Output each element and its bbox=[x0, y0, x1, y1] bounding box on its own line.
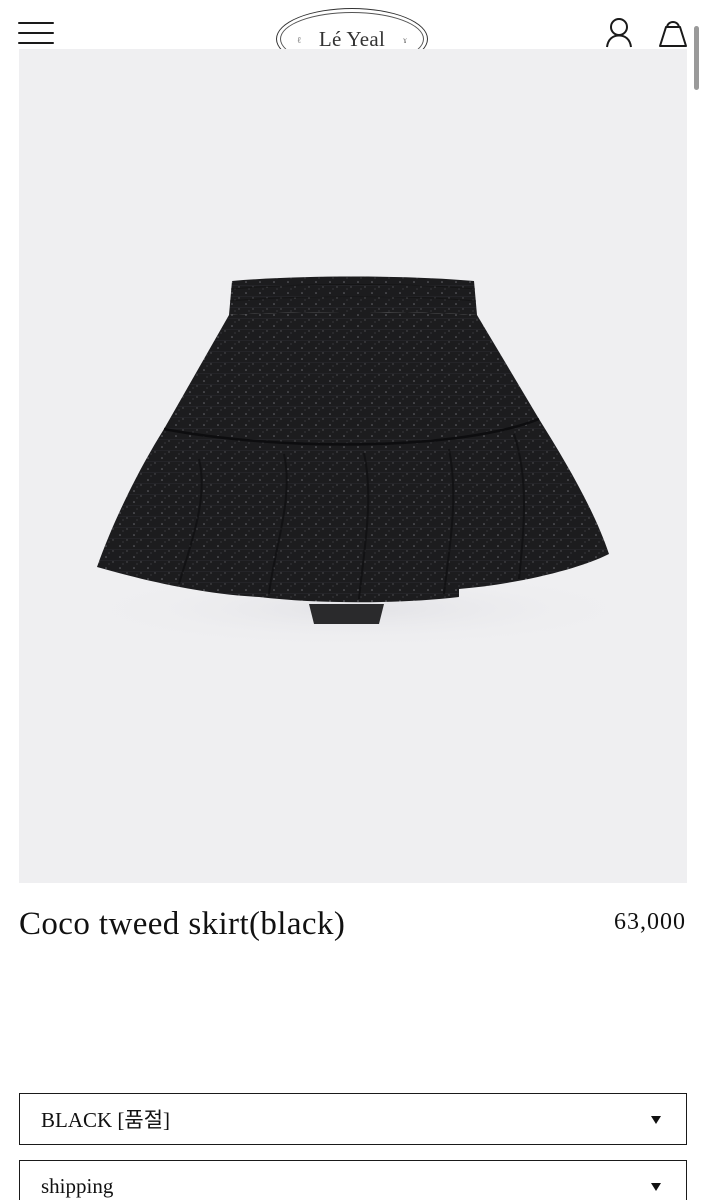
color-option-select[interactable]: BLACK [품절] bbox=[19, 1093, 687, 1145]
skirt-illustration bbox=[69, 276, 649, 649]
user-icon[interactable] bbox=[604, 16, 636, 50]
color-option-value: BLACK [품절] bbox=[41, 1108, 171, 1132]
product-image[interactable] bbox=[19, 49, 687, 883]
product-page: ℓ Lé Yeal ɤ Coco tweed skirt(black) 63,0… bbox=[0, 0, 705, 1200]
logo-ornament-right: ɤ bbox=[403, 35, 407, 45]
dropdown-arrow-icon bbox=[651, 1116, 661, 1124]
logo-ornament-left: ℓ bbox=[297, 35, 302, 45]
shipping-option-select[interactable]: shipping bbox=[19, 1160, 687, 1200]
logo-text: Lé Yeal bbox=[318, 26, 386, 51]
product-price: 63,000 bbox=[614, 909, 686, 935]
product-title: Coco tweed skirt(black) bbox=[19, 906, 346, 942]
shipping-option-value: shipping bbox=[41, 1173, 114, 1198]
dropdown-arrow-icon bbox=[651, 1183, 661, 1191]
shopping-bag-icon[interactable] bbox=[657, 16, 689, 50]
page-scrollbar[interactable] bbox=[694, 26, 699, 90]
hamburger-menu-icon[interactable] bbox=[18, 22, 54, 46]
